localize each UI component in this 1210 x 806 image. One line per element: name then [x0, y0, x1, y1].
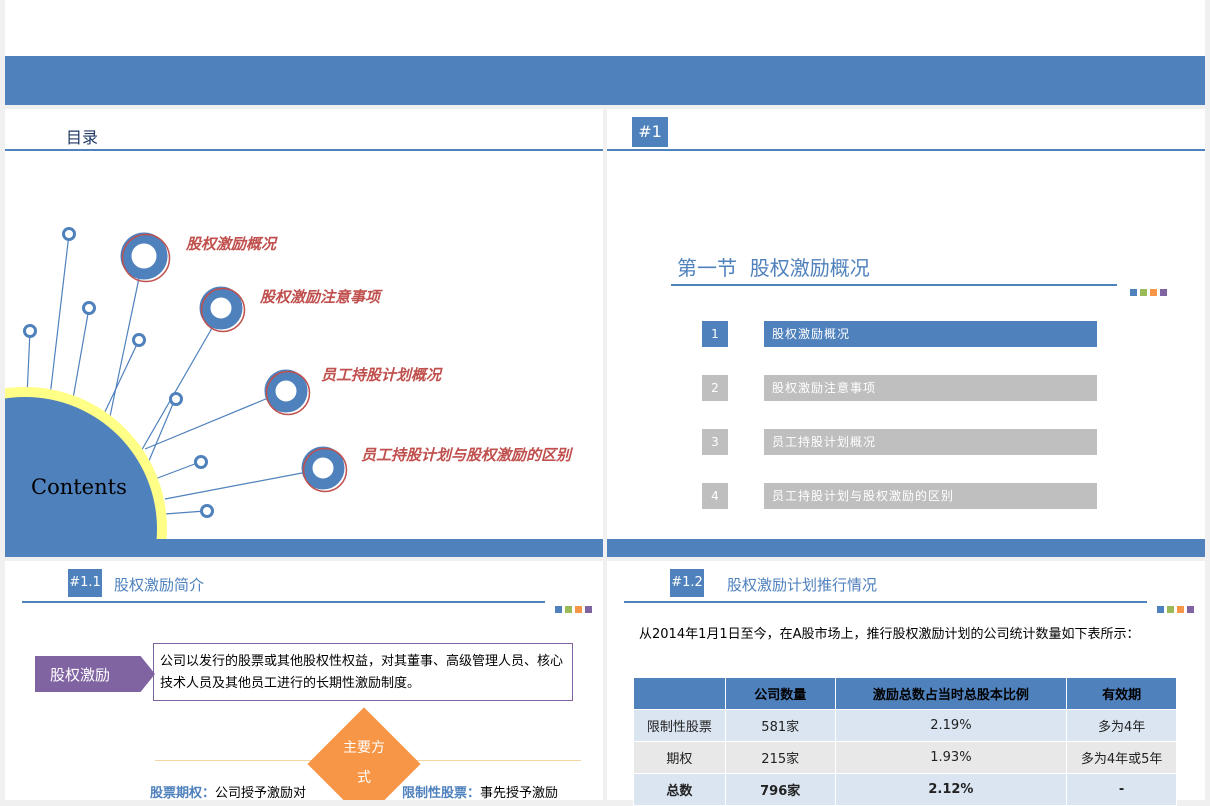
- table-header: 激励总数占当时总股本比例: [834, 677, 1068, 710]
- table-cell: 796家: [724, 773, 836, 806]
- left-method-text: 公司授予激励对: [215, 786, 307, 800]
- definition-box: 公司以发行的股票或其他股权性权益，对其董事、高级管理人员、核心技术人员及其他员工…: [153, 643, 573, 701]
- section-badge: #1: [632, 117, 668, 147]
- table-cell: 1.93%: [834, 741, 1068, 774]
- slide-section-1[interactable]: #1 第一节 股权激励概况 1 股权激励概况 2 股权激励注意事项 3 员工持股…: [607, 109, 1205, 557]
- table-cell: 多为4年或5年: [1066, 741, 1177, 774]
- stats-table: 公司数量 激励总数占当时总股本比例 有效期 限制性股票 581家 2.19% 多…: [633, 677, 1177, 806]
- section-item-2[interactable]: 股权激励注意事项: [764, 375, 1097, 401]
- heading-underline: [671, 284, 1117, 286]
- left-method: 股票期权：公司授予激励对: [150, 782, 306, 800]
- title-underline: [624, 601, 1147, 603]
- item-number-2: 2: [702, 375, 728, 401]
- toc-item-4[interactable]: 员工持股计划与股权激励的区别: [361, 444, 571, 465]
- title-underline: [22, 601, 545, 603]
- table-row: 期权 215家 1.93% 多为4年或5年: [633, 741, 1177, 774]
- toc-item-3[interactable]: 员工持股计划概况: [321, 364, 441, 385]
- title-underline: [607, 149, 1205, 151]
- color-squares: [552, 598, 592, 617]
- table-cell: 总数: [633, 773, 726, 806]
- item-number-4: 4: [702, 483, 728, 509]
- table-header: [633, 677, 726, 710]
- item-number-3: 3: [702, 429, 728, 455]
- table-cell: -: [1066, 773, 1177, 806]
- item-number-1: 1: [702, 321, 728, 347]
- contents-label: Contents: [31, 475, 127, 499]
- table-row: 总数 796家 2.12% -: [633, 773, 1177, 806]
- definition-text: 公司以发行的股票或其他股权性权益，对其董事、高级管理人员、核心技术人员及其他员工…: [160, 654, 564, 691]
- section-badge: #1.1: [68, 569, 102, 597]
- right-method-term: 限制性股票：: [402, 786, 481, 800]
- section-badge: #1.2: [670, 569, 704, 597]
- left-method-term: 股票期权：: [150, 786, 216, 800]
- slide-toc[interactable]: 目录 Contents 股权激励概况 股权激励注意事项 员工持股计划概况 员工持…: [5, 109, 603, 557]
- table-row: 限制性股票 581家 2.19% 多为4年: [633, 709, 1177, 742]
- right-method: 限制性股票：事先授予激励: [402, 782, 558, 800]
- intro-text: 从2014年1月1日至今，在A股市场上，推行股权激励计划的公司统计数量如下表所示…: [639, 627, 1140, 642]
- footer-bar: [5, 539, 603, 557]
- slide-title: 股权激励简介: [114, 576, 205, 594]
- table-cell: 2.19%: [834, 709, 1068, 742]
- tag-label: 股权激励: [50, 666, 111, 684]
- diamond-label: 主要方式: [343, 740, 385, 786]
- top-band: [5, 0, 1205, 56]
- table-cell: 限制性股票: [633, 709, 726, 742]
- color-squares: [1127, 281, 1167, 300]
- section-item-1[interactable]: 股权激励概况: [764, 321, 1097, 347]
- table-cell: 期权: [633, 741, 726, 774]
- toc-item-2[interactable]: 股权激励注意事项: [260, 286, 380, 307]
- toc-item-1[interactable]: 股权激励概况: [186, 233, 276, 254]
- section-heading: 第一节 股权激励概况: [677, 256, 870, 280]
- table-cell: 多为4年: [1066, 709, 1177, 742]
- right-method-text: 事先授予激励: [480, 786, 559, 800]
- table-header: 公司数量: [724, 677, 836, 710]
- table-header: 有效期: [1066, 677, 1177, 710]
- slide-intro[interactable]: #1.1 股权激励简介 股权激励 公司以发行的股票或其他股权性权益，对其董事、高…: [5, 561, 603, 800]
- color-squares: [1154, 598, 1194, 617]
- table-cell: 581家: [724, 709, 836, 742]
- section-item-4[interactable]: 员工持股计划与股权激励的区别: [764, 483, 1097, 509]
- section-item-3[interactable]: 员工持股计划概况: [764, 429, 1097, 455]
- table-cell: 215家: [724, 741, 836, 774]
- header-band: [5, 56, 1205, 105]
- footer-bar: [607, 539, 1205, 557]
- table-header-row: 公司数量 激励总数占当时总股本比例 有效期: [633, 677, 1177, 710]
- table-cell: 2.12%: [834, 773, 1068, 806]
- slide-title: 股权激励计划推行情况: [727, 576, 878, 594]
